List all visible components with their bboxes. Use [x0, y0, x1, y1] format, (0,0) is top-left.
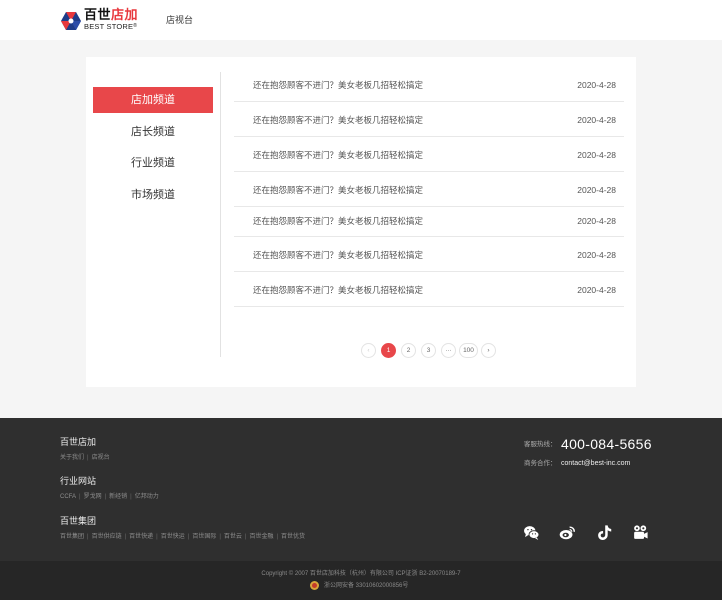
- best-store-logo[interactable]: 百世店加 BEST STORE®: [60, 7, 140, 33]
- footer-link[interactable]: 亿邦动力: [135, 494, 159, 500]
- article-title[interactable]: 还在抱怨顾客不进门？美女老板几招轻松搞定: [253, 150, 423, 161]
- logo-chinese-text: 百世店加: [84, 7, 139, 22]
- footer-section-title: 百世店加: [60, 437, 97, 447]
- article-row[interactable]: 还在抱怨顾客不进门？美女老板几招轻松搞定 2020-4-28: [234, 237, 624, 272]
- article-row[interactable]: 还在抱怨顾客不进门？美女老板几招轻松搞定 2020-4-28: [234, 102, 624, 137]
- business-label: 商务合作：: [524, 460, 557, 467]
- hotline-label: 客服热线：: [524, 441, 557, 448]
- footer-link[interactable]: 百世快递: [129, 534, 153, 540]
- article-title[interactable]: 还在抱怨顾客不进门？美女老板几招轻松搞定: [253, 115, 423, 126]
- sidebar-item-dianzhang[interactable]: 店长频道: [93, 119, 213, 145]
- article-date: 2020-4-28: [577, 80, 616, 90]
- article-date: 2020-4-28: [577, 250, 616, 260]
- article-title[interactable]: 还在抱怨顾客不进门？美女老板几招轻松搞定: [253, 216, 423, 227]
- pagination-page-2[interactable]: 2: [401, 343, 416, 358]
- article-date: 2020-4-28: [577, 150, 616, 160]
- video-icon[interactable]: [632, 524, 649, 541]
- footer-links: 百世集团 | 百世供应链 | 百世快递 | 百世快运 | 百世国际 | 百世云 | 百世金融 | 百世优货: [60, 534, 306, 540]
- footer-link[interactable]: 百世优货: [281, 534, 305, 540]
- footer-link[interactable]: 百世供应链: [92, 534, 122, 540]
- article-date: 2020-4-28: [577, 185, 616, 195]
- footer-link[interactable]: 店视台: [92, 455, 110, 461]
- douyin-icon[interactable]: [596, 524, 613, 541]
- article-row[interactable]: 还在抱怨顾客不进门？美女老板几招轻松搞定 2020-4-28: [234, 137, 624, 172]
- sidebar-item-dianjia[interactable]: 店加频道: [93, 87, 213, 113]
- footer-link[interactable]: 关于我们: [60, 455, 84, 461]
- article-title[interactable]: 还在抱怨顾客不进门？美女老板几招轻松搞定: [253, 250, 423, 261]
- footer-link[interactable]: 百世金融: [249, 534, 273, 540]
- footer-links: 关于我们 | 店视台: [60, 455, 110, 461]
- pagination-ellipsis: ···: [441, 343, 456, 358]
- article-title[interactable]: 还在抱怨顾客不进门？美女老板几招轻松搞定: [253, 185, 423, 196]
- footer-link[interactable]: CCFA: [60, 494, 76, 500]
- copyright-text: Copyright © 2007 百世店加科技（杭州）有限公司 ICP证浙 B2…: [261, 571, 461, 577]
- footer-link[interactable]: 百世快运: [161, 534, 185, 540]
- logo-mark-icon: [61, 12, 81, 30]
- pagination-page-1[interactable]: 1: [381, 343, 396, 358]
- article-date: 2020-4-28: [577, 216, 616, 226]
- footer-link[interactable]: 百世国际: [192, 534, 216, 540]
- logo-english-text: BEST STORE®: [84, 22, 138, 31]
- footer-link[interactable]: 新经销: [109, 494, 127, 500]
- article-date: 2020-4-28: [577, 115, 616, 125]
- sidebar-item-shichang[interactable]: 市场频道: [93, 182, 213, 208]
- sidebar-divider: [220, 72, 221, 357]
- pagination-next-button[interactable]: ›: [481, 343, 496, 358]
- hotline-number: 400-084-5656: [561, 436, 652, 452]
- weibo-icon[interactable]: [559, 524, 576, 541]
- footer-link[interactable]: 百世集团: [60, 534, 84, 540]
- pagination-prev-button[interactable]: ‹: [361, 343, 376, 358]
- article-title[interactable]: 还在抱怨顾客不进门？美女老板几招轻松搞定: [253, 80, 423, 91]
- beian-info[interactable]: 浙公网安备 33010602000856号: [310, 581, 408, 591]
- footer-links: CCFA | 罗戈网 | 新经销 | 亿邦动力: [60, 494, 159, 500]
- article-row[interactable]: 还在抱怨顾客不进门？美女老板几招轻松搞定 2020-4-28: [234, 272, 624, 307]
- article-title[interactable]: 还在抱怨顾客不进门？美女老板几招轻松搞定: [253, 285, 423, 296]
- police-badge-icon: [310, 581, 319, 590]
- footer-link[interactable]: 罗戈网: [84, 494, 102, 500]
- pagination-page-3[interactable]: 3: [421, 343, 436, 358]
- article-row[interactable]: 还在抱怨顾客不进门？美女老板几招轻松搞定 2020-4-28: [234, 202, 624, 237]
- footer-section-title: 百世集团: [60, 516, 97, 526]
- sidebar-item-hangye[interactable]: 行业频道: [93, 150, 213, 176]
- business-email[interactable]: contact@best-inc.com: [561, 459, 630, 468]
- article-row[interactable]: 还在抱怨顾客不进门？美女老板几招轻松搞定 2020-4-28: [234, 67, 624, 102]
- article-date: 2020-4-28: [577, 285, 616, 295]
- pagination-page-last[interactable]: 100: [459, 343, 478, 358]
- footer-link[interactable]: 百世云: [224, 534, 242, 540]
- nav-link-dianshitai[interactable]: 店视台: [166, 14, 193, 26]
- wechat-icon[interactable]: [523, 524, 540, 541]
- top-header: 百世店加 BEST STORE® 店视台: [0, 0, 722, 40]
- beian-text: 浙公网安备 33010602000856号: [324, 583, 409, 590]
- footer-section-title: 行业网站: [60, 476, 97, 486]
